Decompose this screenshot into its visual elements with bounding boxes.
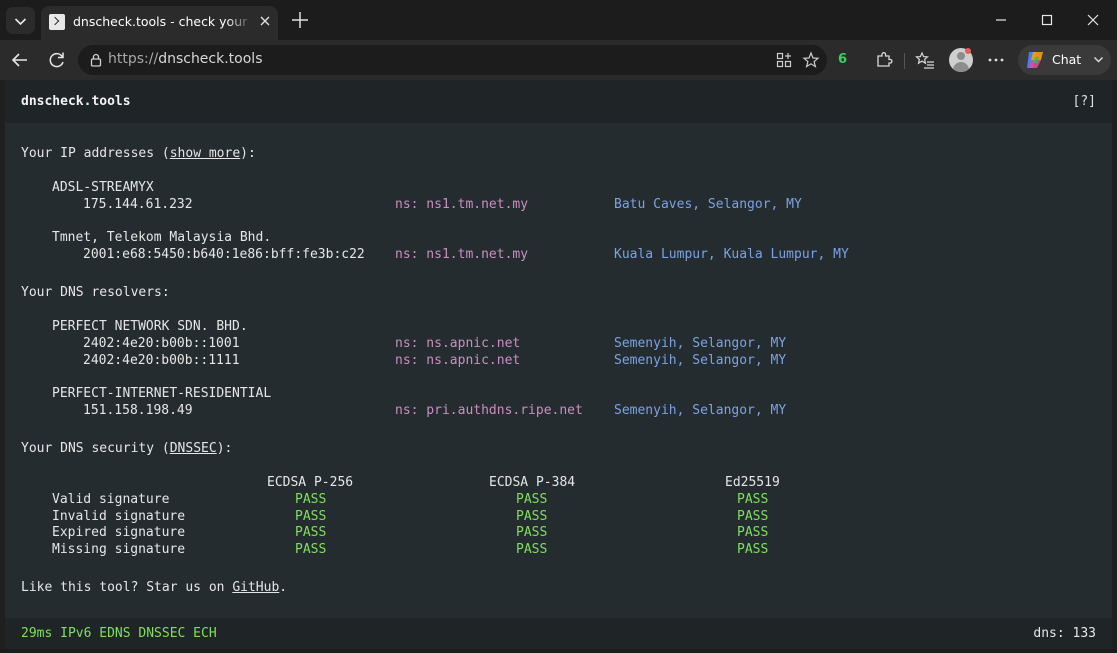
terminal-favicon-icon xyxy=(49,14,65,30)
algorithm-header: Ed25519 xyxy=(725,475,780,490)
show-more-link[interactable]: show more xyxy=(170,146,240,161)
signature-row-label: Expired signature xyxy=(52,525,186,540)
resolvers-heading: Your DNS resolvers: xyxy=(21,285,170,300)
ip-address: 2001:e68:5450:b640:1e86:bff:fe3b:c22 xyxy=(83,247,365,262)
status-bar: 29ms IPv6 EDNS DNSSEC ECH dns: 133 xyxy=(5,618,1112,649)
favorites-list-icon[interactable] xyxy=(915,50,935,70)
url-host: dnscheck.tools xyxy=(158,51,263,67)
resolver-location: Semenyih, Selangor, MY xyxy=(614,353,787,368)
resolver-nameserver: ns: pri.authdns.ripe.net xyxy=(395,403,583,418)
test-result: PASS xyxy=(737,509,769,524)
ip-heading: Your IP addresses (show more): xyxy=(21,145,256,162)
back-arrow-icon[interactable] xyxy=(9,49,31,71)
close-window-icon[interactable] xyxy=(1082,9,1104,31)
favorite-star-icon[interactable] xyxy=(802,51,820,69)
url-scheme: https:// xyxy=(108,51,159,67)
test-result: PASS xyxy=(516,509,548,524)
test-result: PASS xyxy=(516,542,548,557)
page-viewport: dnscheck.tools [?] Your IP addresses (sh… xyxy=(5,80,1112,649)
chat-label: Chat xyxy=(1052,52,1082,67)
extensions-puzzle-icon[interactable] xyxy=(874,50,894,70)
tab-title: dnscheck.tools - check your dns resolver… xyxy=(73,14,253,29)
profile-notification-dot xyxy=(965,48,971,54)
minimize-icon[interactable] xyxy=(990,9,1012,31)
dnssec-link[interactable]: DNSSEC xyxy=(170,441,217,456)
site-info-lock-icon[interactable] xyxy=(88,52,104,68)
url-text[interactable]: https://dnscheck.tools xyxy=(108,51,262,67)
window-frame-bottom xyxy=(0,649,1117,653)
promo-line: Like this tool? Star us on GitHub. xyxy=(21,579,287,596)
close-tab-icon[interactable] xyxy=(257,13,273,29)
resolver-org-name: PERFECT NETWORK SDN. BHD. xyxy=(52,319,248,334)
more-options-icon[interactable] xyxy=(986,50,1006,70)
github-link[interactable]: GitHub xyxy=(232,580,279,595)
copilot-icon xyxy=(1027,52,1043,68)
ip-nameserver: ns: ns1.tm.net.my xyxy=(395,247,529,262)
browser-toolbar: https://dnscheck.tools 6 Chat xyxy=(0,40,1117,80)
algorithm-header: ECDSA P-256 xyxy=(267,475,354,490)
resolver-org-name: PERFECT-INTERNET-RESIDENTIAL xyxy=(52,386,272,401)
site-header: dnscheck.tools [?] xyxy=(5,80,1112,123)
promo-suffix: . xyxy=(279,580,288,595)
tab-list-button[interactable] xyxy=(6,7,35,34)
new-tab-plus-icon[interactable] xyxy=(289,9,311,31)
resolver-address: 151.158.198.49 xyxy=(83,403,193,418)
test-result: PASS xyxy=(295,542,327,557)
chevron-down-icon xyxy=(1094,57,1103,63)
test-result: PASS xyxy=(737,542,769,557)
site-title[interactable]: dnscheck.tools xyxy=(21,93,131,110)
test-result: PASS xyxy=(516,525,548,540)
resolver-address: 2402:4e20:b00b::1111 xyxy=(83,353,240,368)
test-result: PASS xyxy=(737,492,769,507)
active-tab[interactable]: dnscheck.tools - check your dns resolver… xyxy=(41,6,278,40)
toolbar-divider xyxy=(904,53,905,69)
extension-badge[interactable]: 6 xyxy=(838,50,858,70)
resolver-nameserver: ns: ns.apnic.net xyxy=(395,336,521,351)
ip-location: Batu Caves, Selangor, MY xyxy=(614,197,802,212)
resolver-location: Semenyih, Selangor, MY xyxy=(614,336,787,351)
address-bar[interactable]: https://dnscheck.tools xyxy=(78,45,827,75)
security-heading-prefix: Your DNS security ( xyxy=(21,441,170,456)
ip-org-name: Tmnet, Telekom Malaysia Bhd. xyxy=(52,230,272,245)
ip-nameserver: ns: ns1.tm.net.my xyxy=(395,197,529,212)
resolver-location: Semenyih, Selangor, MY xyxy=(614,403,787,418)
test-result: PASS xyxy=(516,492,548,507)
test-result: PASS xyxy=(295,492,327,507)
test-result: PASS xyxy=(737,525,769,540)
tab-strip: dnscheck.tools - check your dns resolver… xyxy=(0,0,1117,40)
ip-address: 175.144.61.232 xyxy=(83,197,193,212)
chevron-down-icon xyxy=(14,18,27,26)
signature-row-label: Valid signature xyxy=(52,492,170,507)
ip-location: Kuala Lumpur, Kuala Lumpur, MY xyxy=(614,247,849,262)
resolver-nameserver: ns: ns.apnic.net xyxy=(395,353,521,368)
algorithm-header: ECDSA P-384 xyxy=(489,475,576,490)
refresh-icon[interactable] xyxy=(46,49,68,71)
ip-heading-suffix: ): xyxy=(240,146,256,161)
security-heading-suffix: ): xyxy=(216,441,233,456)
test-result: PASS xyxy=(295,525,327,540)
help-link[interactable]: [?] xyxy=(1073,93,1096,110)
ip-heading-prefix: Your IP addresses ( xyxy=(21,146,170,161)
signature-row-label: Invalid signature xyxy=(52,509,186,524)
copilot-chat-button[interactable]: Chat xyxy=(1018,45,1111,75)
signature-row-label: Missing signature xyxy=(52,542,186,557)
test-result: PASS xyxy=(295,509,327,524)
security-heading: Your DNS security (DNSSEC): xyxy=(21,440,232,457)
maximize-icon[interactable] xyxy=(1036,9,1058,31)
app-available-icon[interactable] xyxy=(775,51,793,69)
resolver-address: 2402:4e20:b00b::1001 xyxy=(83,336,240,351)
status-features: 29ms IPv6 EDNS DNSSEC ECH xyxy=(21,626,217,641)
ip-org-name: ADSL-STREAMYX xyxy=(52,180,154,195)
dns-count: dns: 133 xyxy=(1033,626,1096,641)
promo-prefix: Like this tool? Star us on xyxy=(21,580,233,595)
